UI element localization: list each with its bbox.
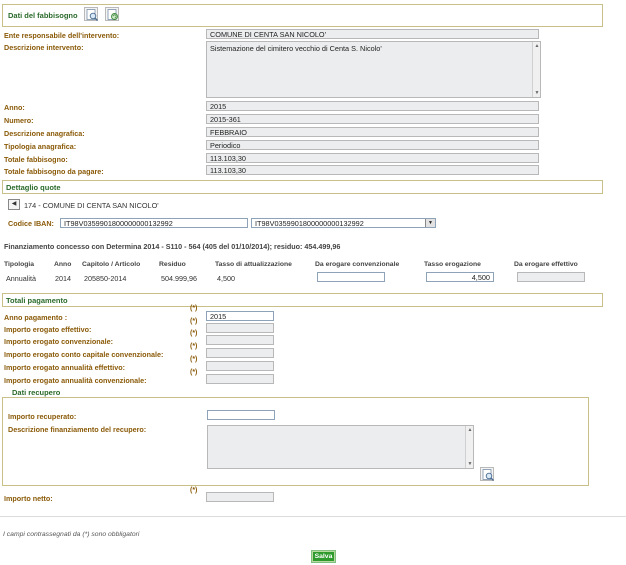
- chevron-down-icon[interactable]: ▼: [425, 219, 435, 227]
- desc-anagrafica-value[interactable]: FEBBRAIO: [206, 127, 539, 137]
- totale-label: Totale fabbisogno:: [4, 155, 68, 164]
- required-mark: (*): [190, 343, 198, 350]
- footer-divider: [0, 516, 626, 517]
- importo-netto-value[interactable]: [206, 492, 274, 502]
- col-tipologia: Tipologia: [4, 261, 35, 268]
- dati-fabbisogno-title: Dati del fabbisogno: [8, 11, 78, 20]
- desc-anagrafica-label: Descrizione anagrafica:: [4, 129, 85, 138]
- col-capitolo: Capitolo / Articolo: [82, 261, 141, 268]
- imp-eff-value[interactable]: [206, 323, 274, 333]
- importo-netto-label: Importo netto:: [4, 494, 53, 503]
- required-mark: (*): [190, 318, 198, 325]
- tasso-erog-input[interactable]: 4,500: [426, 272, 494, 282]
- salva-button[interactable]: Salva: [312, 551, 335, 562]
- imp-conto-value[interactable]: [206, 348, 274, 358]
- footer-note: I campi contrassegnati da (*) sono obbli…: [3, 531, 140, 538]
- required-mark: (*): [190, 356, 198, 363]
- imp-conv-label: Importo erogato convenzionale:: [4, 337, 114, 346]
- importo-recuperato-input[interactable]: [207, 410, 275, 420]
- scroll-up-icon[interactable]: ▲: [533, 42, 540, 50]
- totali-pagamento-header: [2, 293, 603, 307]
- iban-select[interactable]: IT98V0359901800000000132992 ▼: [251, 218, 436, 228]
- recupero-scrollbar[interactable]: ▲ ▼: [465, 426, 473, 468]
- required-mark: (*): [190, 369, 198, 376]
- imp-eff-label: Importo erogato effettivo:: [4, 325, 92, 334]
- tipologia-value[interactable]: Periodico: [206, 140, 539, 150]
- descrizione-textarea[interactable]: Sistemazione del cimitero vecchio di Cen…: [206, 41, 541, 98]
- dettaglio-quote-header: [2, 180, 603, 194]
- totale-value[interactable]: 113.103,30: [206, 153, 539, 163]
- anno-pagamento-label: Anno pagamento :: [4, 313, 68, 322]
- imp-conv-value[interactable]: [206, 335, 274, 345]
- iban-label: Codice IBAN:: [8, 219, 54, 228]
- iban-select-value: IT98V0359901800000000132992: [255, 219, 364, 228]
- expand-button[interactable]: ◀: [8, 199, 20, 210]
- totale-pagare-value[interactable]: 113.103,30: [206, 165, 539, 175]
- col-da-erogare-eff: Da erogare effettivo: [514, 261, 578, 268]
- cell-residuo: 504.999,96: [161, 274, 197, 283]
- imp-conto-label: Importo erogato conto capitale convenzio…: [4, 350, 164, 359]
- refresh-button[interactable]: [105, 7, 119, 21]
- iban-input[interactable]: IT98V0359901800000000132992: [60, 218, 248, 228]
- anno-pagamento-input[interactable]: 2015: [206, 311, 274, 321]
- magnifier-document-icon: [482, 469, 494, 481]
- importo-recuperato-label: Importo recuperato:: [8, 412, 77, 421]
- imp-ann-eff-value[interactable]: [206, 361, 274, 371]
- descrizione-recupero-textarea[interactable]: ▲ ▼: [207, 425, 474, 469]
- search-recupero-button[interactable]: [480, 467, 494, 481]
- col-anno: Anno: [54, 261, 72, 268]
- col-tasso-att: Tasso di attualizzazione: [215, 261, 292, 268]
- scroll-up-icon[interactable]: ▲: [466, 426, 473, 434]
- dettaglio-quote-title: Dettaglio quote: [6, 183, 61, 192]
- imp-ann-eff-label: Importo erogato annualità effettivo:: [4, 363, 125, 372]
- anno-value[interactable]: 2015: [206, 101, 539, 111]
- col-tasso-erog: Tasso erogazione: [424, 261, 481, 268]
- descrizione-text: Sistemazione del cimitero vecchio di Cen…: [210, 44, 382, 53]
- cell-capitolo: 205850-2014: [84, 274, 127, 283]
- anno-label: Anno:: [4, 103, 25, 112]
- magnifier-document-icon: [86, 9, 98, 21]
- cell-tasso-att: 4,500: [217, 274, 235, 283]
- descrizione-recupero-label: Descrizione finanziamento del recupero:: [8, 425, 147, 434]
- required-mark: (*): [190, 487, 198, 494]
- refresh-document-icon: [107, 9, 118, 20]
- tipologia-label: Tipologia anagrafica:: [4, 142, 77, 151]
- ente-entry: 174 - COMUNE DI CENTA SAN NICOLO': [24, 201, 159, 210]
- ente-label: Ente responsabile dell'intervento:: [4, 31, 120, 40]
- numero-value[interactable]: 2015-361: [206, 114, 539, 124]
- cell-tipologia: Annualità: [6, 274, 36, 283]
- descrizione-scrollbar[interactable]: ▲ ▼: [532, 42, 540, 97]
- scroll-down-icon[interactable]: ▼: [533, 89, 540, 97]
- imp-ann-conv-label: Importo erogato annualità convenzionale:: [4, 376, 147, 385]
- expand-arrow-icon: ◀: [11, 201, 17, 207]
- cell-anno: 2014: [55, 274, 71, 283]
- imp-ann-conv-value[interactable]: [206, 374, 274, 384]
- totali-pagamento-title: Totali pagamento: [6, 296, 68, 305]
- descrizione-label: Descrizione intervento:: [4, 43, 84, 52]
- totale-pagare-label: Totale fabbisogno da pagare:: [4, 167, 104, 176]
- scroll-down-icon[interactable]: ▼: [466, 460, 473, 468]
- finanziamento-text: Finanziamento concesso con Determina 201…: [4, 242, 341, 251]
- detail-button[interactable]: [84, 7, 98, 21]
- ente-value[interactable]: COMUNE DI CENTA SAN NICOLO': [206, 29, 539, 39]
- required-mark: (*): [190, 330, 198, 337]
- da-erogare-conv-input[interactable]: [317, 272, 385, 282]
- col-residuo: Residuo: [159, 261, 186, 268]
- col-da-erogare-conv: Da erogare convenzionale: [315, 261, 400, 268]
- required-mark: (*): [190, 305, 198, 312]
- dati-recupero-title: Dati recupero: [12, 388, 61, 397]
- da-erogare-eff-value[interactable]: [517, 272, 585, 282]
- numero-label: Numero:: [4, 116, 34, 125]
